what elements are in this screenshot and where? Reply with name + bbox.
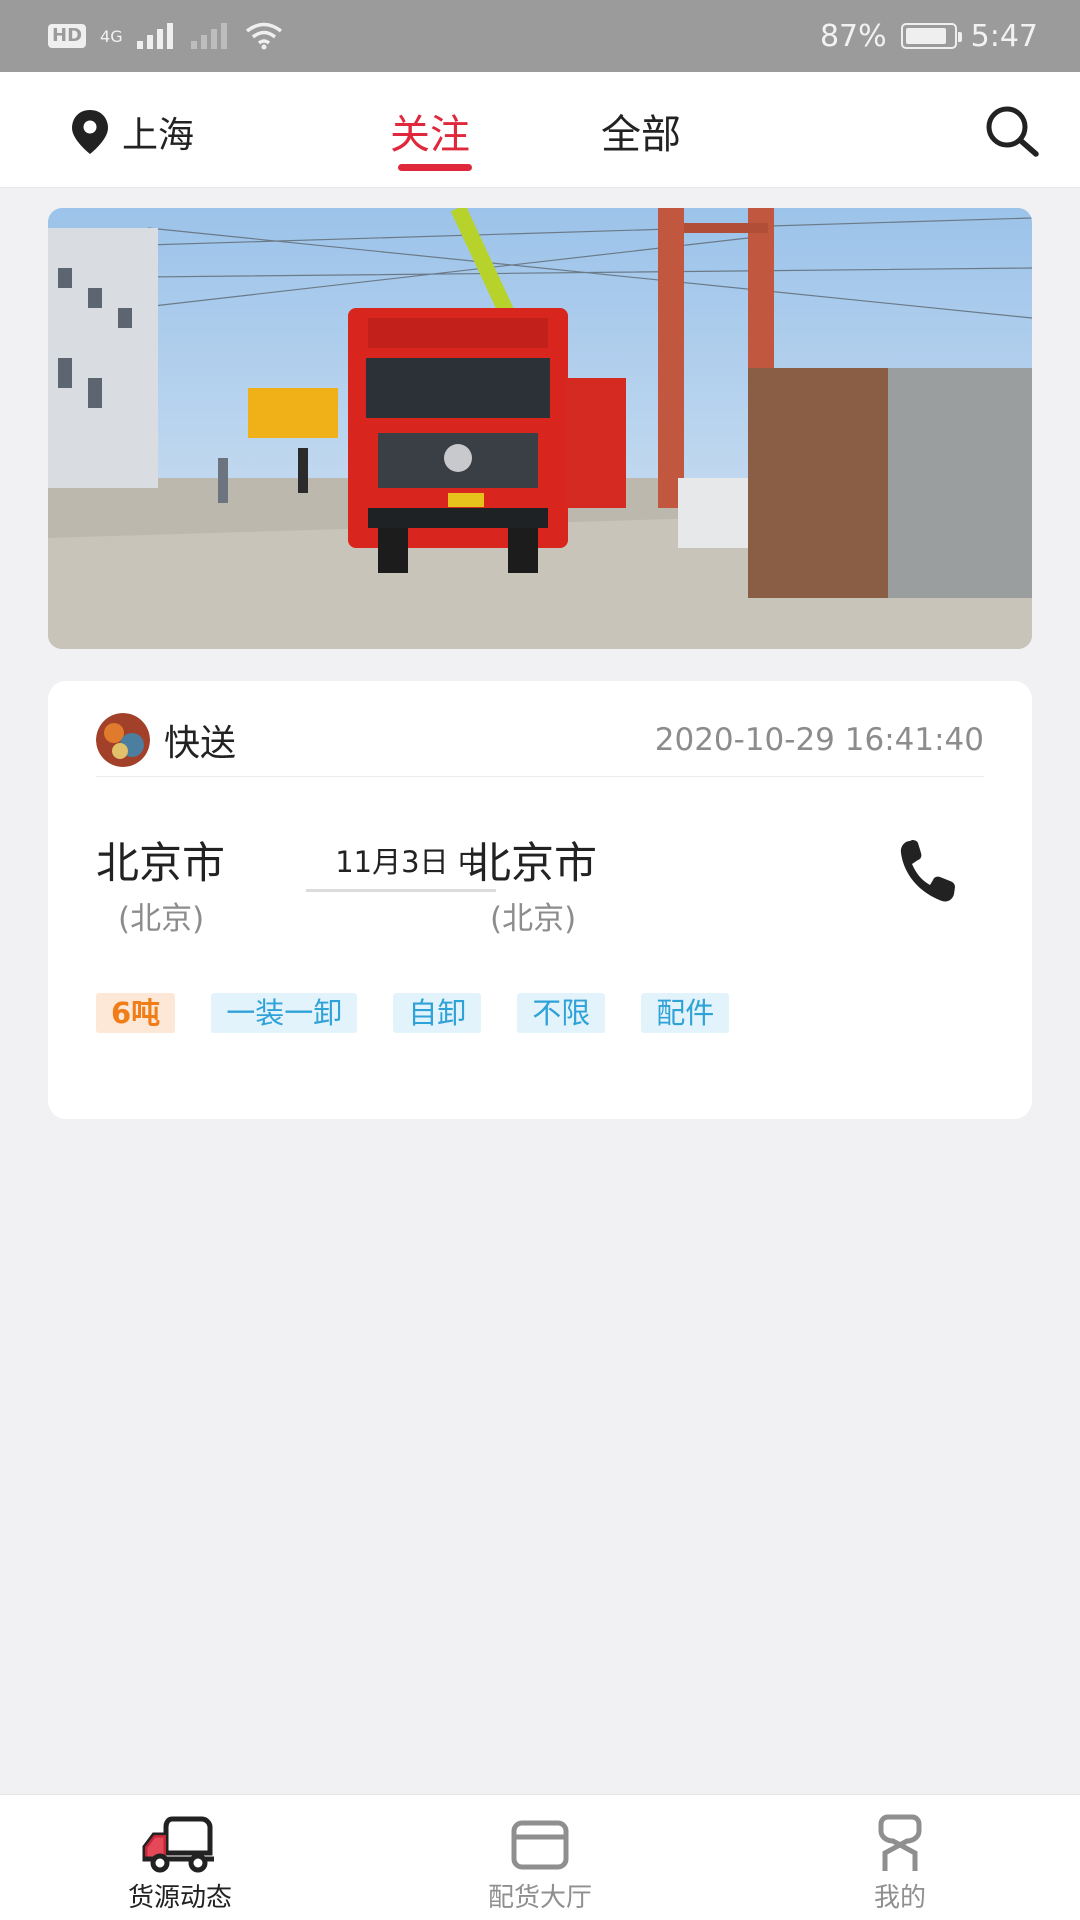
battery-percent: 87% <box>819 18 887 54</box>
user-icon <box>878 1814 922 1871</box>
truck-icon <box>142 1816 214 1873</box>
nav-profile[interactable]: 我的 <box>810 1813 990 1914</box>
post-timestamp: 2020-10-29 16:41:40 <box>654 721 984 758</box>
tag-weight: 6吨 <box>96 993 176 1033</box>
wifi-icon <box>245 22 282 50</box>
username: 快送 <box>164 722 237 764</box>
app-header: 上海 关注 全部 <box>0 72 1080 188</box>
phone-icon[interactable] <box>896 837 956 905</box>
box-icon <box>511 1820 569 1870</box>
search-icon[interactable] <box>982 102 1042 162</box>
status-right: 87% 5:47 <box>820 19 1038 54</box>
tag-cargo: 配件 <box>641 993 730 1033</box>
tag-list: 6吨 一装一卸 自卸 不限 配件 <box>96 993 730 1033</box>
location-label: 上海 <box>122 115 195 156</box>
card-user: 快送 <box>96 712 237 767</box>
bottom-nav: 货源动态 配货大厅 我的 <box>0 1794 1080 1920</box>
tab-following[interactable]: 关注 <box>390 102 470 160</box>
origin-province: (北京) <box>118 901 205 937</box>
network-label: 4G <box>100 26 123 46</box>
nav-label: 配货大厅 <box>487 1883 592 1913</box>
nav-label: 我的 <box>873 1883 926 1913</box>
status-left: HD 4G <box>48 22 283 50</box>
origin-city: 北京市 <box>96 839 225 889</box>
banner-image[interactable] <box>48 208 1032 649</box>
location-pin-icon <box>72 110 108 154</box>
nav-dispatch-hall[interactable]: 配货大厅 <box>450 1813 630 1914</box>
battery-fill <box>905 28 946 44</box>
signal-icon <box>136 23 173 49</box>
tab-all[interactable]: 全部 <box>601 102 681 160</box>
location-selector[interactable]: 上海 <box>70 106 194 158</box>
tag-loading: 一装一卸 <box>211 993 358 1033</box>
card-header: 快送 2020-10-29 16:41:40 <box>96 703 984 777</box>
status-bar: HD 4G 87% 5:47 <box>0 0 1080 72</box>
nav-freight-updates[interactable]: 货源动态 <box>90 1813 270 1914</box>
freight-card[interactable]: 快送 2020-10-29 16:41:40 北京市 (北京) 11月3日 中 … <box>48 681 1032 1119</box>
clock: 5:47 <box>970 18 1038 54</box>
avatar <box>96 712 150 767</box>
route-info: 北京市 (北京) 11月3日 中 北京市 (北京) <box>96 829 946 939</box>
nav-label: 货源动态 <box>127 1883 232 1913</box>
truck-photo <box>48 208 1032 649</box>
destination-city: 北京市 <box>468 839 597 889</box>
active-tab-indicator <box>398 164 472 171</box>
tag-unload: 自卸 <box>393 993 482 1033</box>
destination-province: (北京) <box>490 901 577 937</box>
hd-badge: HD <box>48 24 87 48</box>
tag-vehicle: 不限 <box>517 993 606 1033</box>
signal-off-icon <box>190 23 227 49</box>
battery-icon <box>900 23 962 49</box>
